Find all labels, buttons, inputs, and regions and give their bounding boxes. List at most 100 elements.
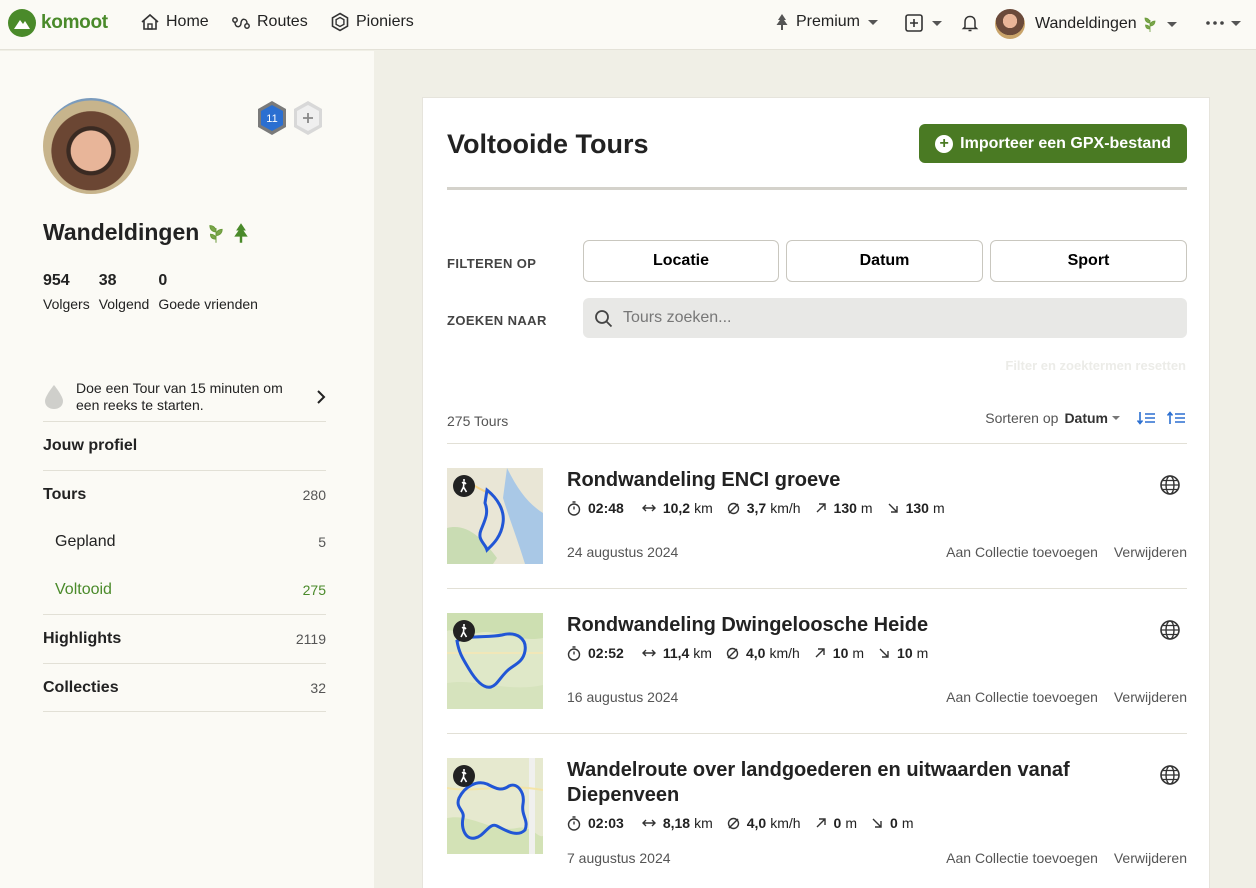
stat-label: Volgers: [43, 296, 90, 312]
leaf-icon: [209, 224, 223, 243]
delete-tour-link[interactable]: Verwijderen: [1114, 544, 1187, 560]
tour-count: 275 Tours: [447, 413, 509, 429]
more-menu[interactable]: [1205, 13, 1241, 33]
menu-gepland[interactable]: Gepland 5: [43, 518, 326, 566]
notifications-button[interactable]: [960, 13, 986, 33]
create-menu[interactable]: [904, 13, 942, 33]
duration-value: 02:52: [588, 645, 624, 661]
add-to-collection-link[interactable]: Aan Collectie toevoegen: [946, 689, 1098, 705]
chevron-down-icon: [1112, 416, 1120, 420]
tour-actions: Aan Collectie toevoegen Verwijderen: [934, 850, 1187, 866]
stopwatch-icon: [567, 815, 581, 831]
uphill-unit: m: [845, 815, 858, 831]
add-badge-icon[interactable]: [292, 100, 324, 136]
distance-unit: km: [694, 815, 713, 831]
nav-pioniers[interactable]: Pioniers: [330, 12, 414, 32]
premium-label: Premium: [796, 13, 861, 30]
map-thumbnail-image: [447, 613, 543, 709]
downhill-unit: m: [901, 815, 914, 831]
stat-number: 954: [43, 272, 70, 289]
search-input[interactable]: [623, 309, 1143, 327]
stat-number: 38: [98, 272, 117, 289]
menu-profile[interactable]: Jouw profiel: [43, 421, 326, 470]
uphill-value: 0: [833, 815, 842, 831]
plus-circle-icon: +: [935, 134, 954, 153]
mountain-logo-icon: [8, 9, 36, 37]
nav-home[interactable]: Home: [140, 12, 209, 32]
globe-icon[interactable]: [1159, 619, 1181, 641]
metric-duration: 02:48: [567, 500, 628, 516]
distance-unit: km: [694, 500, 713, 516]
more-dots-icon: [1206, 21, 1224, 25]
distance-value: 11,4: [662, 645, 690, 661]
user-menu[interactable]: Wandeldingen: [995, 9, 1177, 39]
stat-following[interactable]: 38 Volgend: [99, 272, 150, 312]
nav-pioniers-label: Pioniers: [356, 13, 414, 30]
metric-duration: 02:52: [567, 645, 628, 661]
filter-button-label: Datum: [859, 252, 910, 269]
map-thumbnail-image: [447, 468, 543, 564]
level-badge-icon[interactable]: 11: [256, 100, 288, 136]
tour-title[interactable]: Rondwandeling ENCI groeve: [567, 468, 1107, 493]
sort-value-dropdown[interactable]: Datum: [1064, 410, 1108, 426]
sort-ascending-icon[interactable]: [1166, 411, 1186, 425]
globe-icon[interactable]: [1159, 764, 1181, 786]
add-to-collection-link[interactable]: Aan Collectie toevoegen: [946, 544, 1098, 560]
search-box[interactable]: [583, 298, 1187, 338]
metric-distance: 8,18 km: [641, 815, 713, 831]
filter-date-button[interactable]: Datum: [786, 240, 983, 282]
metric-uphill: 10 m: [814, 645, 864, 661]
speed-value: 4,0: [745, 645, 766, 661]
distance-value: 10,2: [662, 500, 691, 516]
delete-tour-link[interactable]: Verwijderen: [1114, 850, 1187, 866]
arrow-down-right-icon: [872, 818, 882, 828]
profile-name: Wandeldingen: [43, 219, 251, 246]
sort-control: Sorteren op Datum: [985, 410, 1186, 426]
tour-metrics: 02:52 11,4 km 4,0 km/h 10 m 10 m: [567, 645, 942, 661]
sort-descending-icon[interactable]: [1136, 411, 1156, 425]
avatar: [995, 9, 1025, 39]
tour-map-thumbnail[interactable]: [447, 613, 543, 709]
search-label: ZOEKEN NAAR: [447, 313, 547, 328]
user-menu-label: Wandeldingen: [1035, 15, 1137, 32]
downhill-value: 10: [897, 645, 913, 661]
filter-sport-button[interactable]: Sport: [990, 240, 1187, 282]
stat-followers[interactable]: 954 Volgers: [43, 272, 90, 312]
tour-title[interactable]: Rondwandeling Dwingeloosche Heide: [567, 613, 1107, 638]
nav-routes[interactable]: Routes: [231, 12, 308, 32]
distance-icon: [641, 819, 656, 827]
filter-location-button[interactable]: Locatie: [583, 240, 779, 282]
delete-tour-link[interactable]: Verwijderen: [1114, 689, 1187, 705]
menu-highlights[interactable]: Highlights 2119: [43, 614, 326, 663]
profile-avatar[interactable]: [43, 98, 139, 194]
tour-title[interactable]: Wandelroute over landgoederen en uitwaar…: [567, 758, 1107, 808]
tour-map-thumbnail[interactable]: [447, 468, 543, 564]
premium-menu[interactable]: Premium: [774, 13, 879, 31]
add-to-collection-link[interactable]: Aan Collectie toevoegen: [946, 850, 1098, 866]
streak-prompt[interactable]: Doe een Tour van 15 minuten om een reeks…: [43, 373, 326, 421]
import-gpx-button[interactable]: + Importeer een GPX-bestand: [919, 124, 1187, 163]
globe-icon[interactable]: [1159, 474, 1181, 496]
stat-close-friends[interactable]: 0 Goede vrienden: [158, 272, 258, 312]
tour-map-thumbnail[interactable]: [447, 758, 543, 854]
tour-date: 16 augustus 2024: [567, 689, 679, 705]
profile-stats: 954 Volgers 38 Volgend 0 Goede vrienden: [43, 272, 267, 312]
metric-uphill: 130 m: [815, 500, 873, 516]
arrow-up-right-icon: [816, 818, 826, 828]
menu-collecties[interactable]: Collecties 32: [43, 663, 326, 712]
downhill-unit: m: [916, 645, 929, 661]
uphill-value: 130: [833, 500, 857, 516]
distance-icon: [641, 649, 656, 657]
tour-metrics: 02:03 8,18 km 4,0 km/h 0m 0m: [567, 815, 927, 831]
reset-filters-link[interactable]: Filter en zoektermen resetten: [1005, 358, 1186, 373]
search-icon: [595, 309, 613, 327]
speed-unit: km/h: [770, 500, 801, 516]
tree-icon: [776, 14, 788, 30]
chevron-down-icon: [1231, 20, 1241, 26]
menu-tours[interactable]: Tours 280: [43, 470, 326, 518]
filter-label: FILTEREN OP: [447, 256, 537, 271]
menu-voltooid[interactable]: Voltooid 275: [43, 566, 326, 614]
average-speed-icon: [727, 502, 739, 514]
komoot-logo[interactable]: komoot: [8, 9, 108, 37]
chevron-down-icon: [932, 20, 942, 26]
